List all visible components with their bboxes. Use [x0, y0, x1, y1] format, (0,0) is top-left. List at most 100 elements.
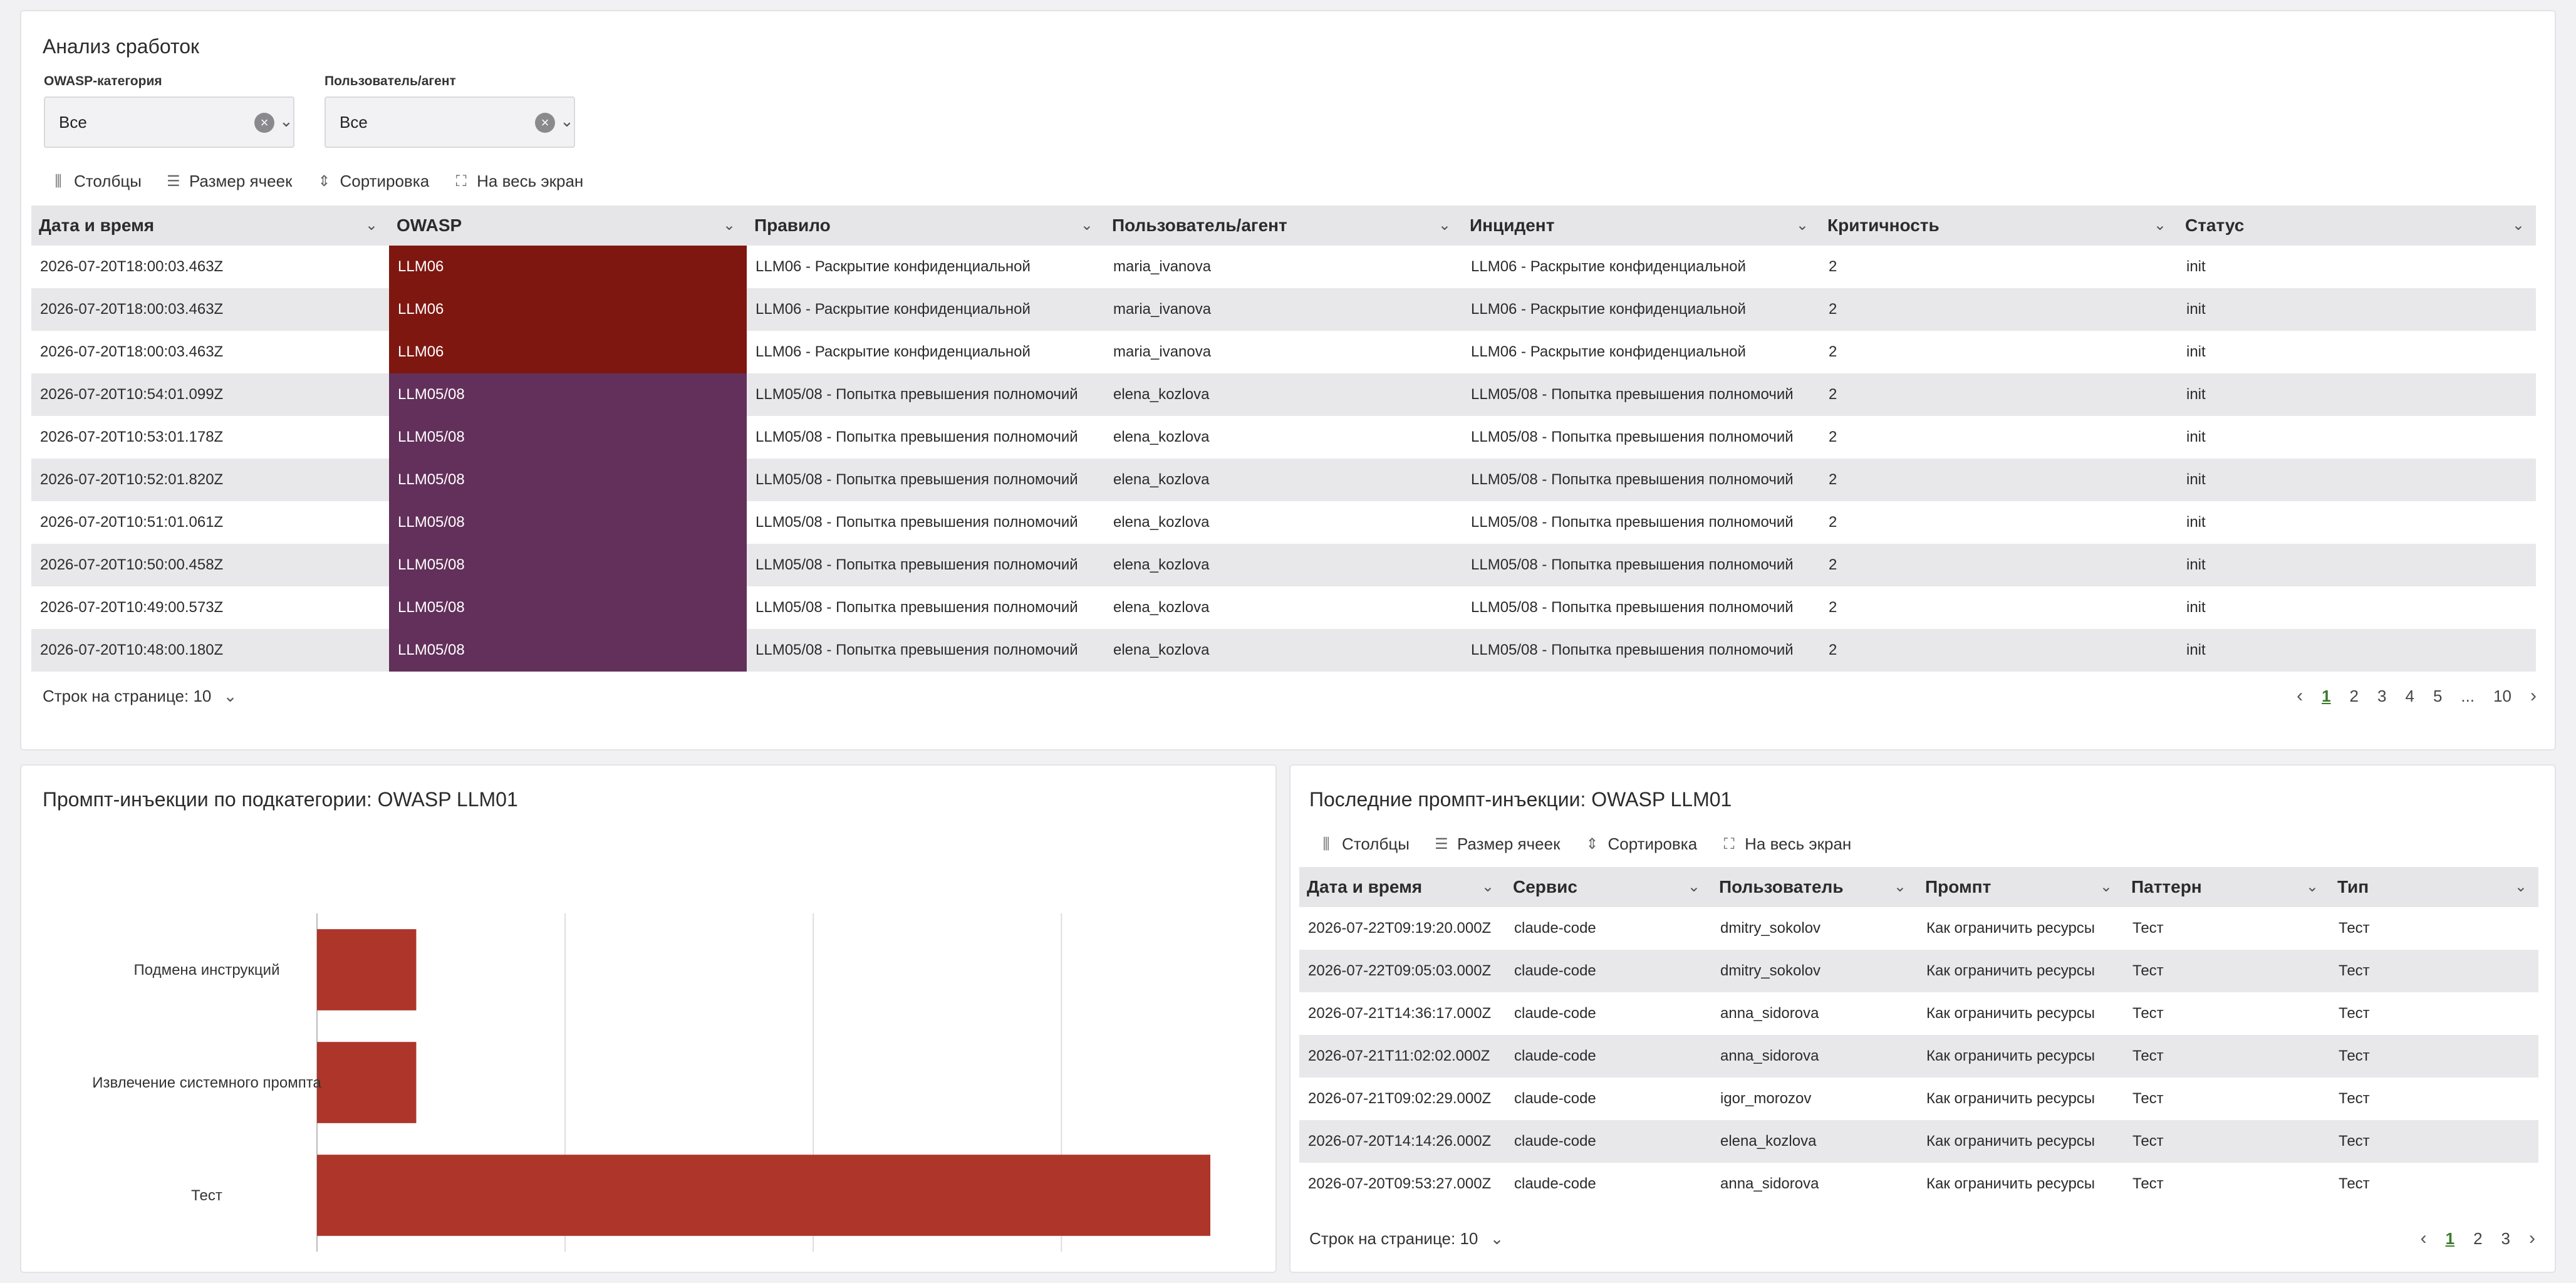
- sort-icon: ⇕: [1586, 835, 1599, 853]
- next-page-icon[interactable]: ›: [2530, 685, 2537, 707]
- columns-label: Столбцы: [1342, 834, 1410, 853]
- cell-status: init: [2186, 429, 2206, 445]
- table-row[interactable]: 2026-07-22T09:19:20.000Z claude-code dmitr…: [1299, 907, 2538, 950]
- table-row[interactable]: 2026-07-21T09:02:29.000Z claude-code igor_…: [1299, 1078, 2538, 1120]
- table-row[interactable]: 2026-07-20T14:14:26.000Z claude-code elena…: [1299, 1120, 2538, 1163]
- rows-per-page-select[interactable]: Строк на странице: 10 ⌄: [43, 687, 237, 706]
- column-header-user[interactable]: Пользователь ⌄: [1711, 867, 1918, 907]
- cell-service: claude-code: [1514, 1133, 1596, 1150]
- cell-datetime: 2026-07-20T18:00:03.463Z: [40, 301, 224, 318]
- chevron-down-icon[interactable]: ⌄: [279, 112, 293, 131]
- cell-pattern: Тест: [2132, 1175, 2164, 1192]
- cell-owasp: LLM06: [389, 288, 747, 331]
- column-header-prompt[interactable]: Промпт ⌄: [1918, 867, 2124, 907]
- chevron-down-icon[interactable]: ⌄: [2306, 867, 2319, 907]
- rows-per-page-label: Строк на странице: 10: [1309, 1229, 1478, 1248]
- column-header-datetime[interactable]: Дата и время ⌄: [1299, 867, 1505, 907]
- column-header-service[interactable]: Сервис ⌄: [1505, 867, 1711, 907]
- page-button[interactable]: 3: [2377, 687, 2386, 706]
- cell-incident: LLM05/08 - Попытка превышения полномочий: [1471, 556, 1794, 573]
- density-icon: ☰: [167, 172, 180, 190]
- chevron-down-icon[interactable]: ⌄: [1482, 867, 1494, 907]
- table-row[interactable]: 2026-07-20T18:00:03.463Z LLM06 LLM06 - Рас…: [31, 246, 2536, 288]
- table-row[interactable]: 2026-07-20T09:53:27.000Z claude-code anna_…: [1299, 1163, 2538, 1199]
- column-header-pattern[interactable]: Паттерн ⌄: [2124, 867, 2330, 907]
- table-row[interactable]: 2026-07-20T18:00:03.463Z LLM06 LLM06 - Рас…: [31, 288, 2536, 331]
- column-header-type[interactable]: Тип ⌄: [2330, 867, 2538, 907]
- density-button[interactable]: ☰ Размер ячеек: [167, 172, 292, 191]
- cell-datetime: 2026-07-20T10:50:00.458Z: [40, 556, 224, 573]
- page-button[interactable]: 1: [2322, 687, 2330, 706]
- chevron-down-icon[interactable]: ⌄: [2154, 205, 2166, 246]
- page-button[interactable]: 2: [2473, 1229, 2482, 1249]
- column-header-owasp[interactable]: OWASP ⌄: [389, 205, 747, 246]
- rows-per-page-select[interactable]: Строк на странице: 10 ⌄: [1309, 1229, 1504, 1249]
- chevron-down-icon[interactable]: ⌄: [1894, 867, 1906, 907]
- page-button[interactable]: 1: [2446, 1229, 2454, 1249]
- page-button[interactable]: 4: [2405, 687, 2414, 706]
- sort-button[interactable]: ⇕ Сортировка: [1585, 834, 1697, 854]
- cell-rule: LLM06 - Раскрытие конфиденциальной: [756, 343, 1031, 360]
- sort-button[interactable]: ⇕ Сортировка: [317, 172, 429, 191]
- clear-icon[interactable]: ×: [535, 113, 555, 133]
- chevron-down-icon[interactable]: ⌄: [1081, 205, 1093, 246]
- table-row[interactable]: 2026-07-20T10:52:01.820Z LLM05/08 LLM05/08…: [31, 459, 2536, 501]
- page-button[interactable]: 5: [2433, 687, 2442, 706]
- table-row[interactable]: 2026-07-20T10:48:00.180Z LLM05/08 LLM05/08…: [31, 629, 2536, 672]
- chevron-down-icon[interactable]: ⌄: [560, 112, 574, 131]
- column-header-status[interactable]: Статус ⌄: [2178, 205, 2536, 246]
- table-row[interactable]: 2026-07-20T10:50:00.458Z LLM05/08 LLM05/08…: [31, 544, 2536, 586]
- cell-incident: LLM06 - Раскрытие конфиденциальной: [1471, 258, 1746, 275]
- cell-user: elena_kozlova: [1113, 556, 1210, 573]
- column-header-user[interactable]: Пользователь/агент ⌄: [1104, 205, 1462, 246]
- x-tick-label: 15: [1053, 1271, 1070, 1273]
- alerts-analysis-panel: Анализ сработок OWASP-категория Все × ⌄ …: [20, 10, 2556, 751]
- cell-rule: LLM05/08 - Попытка превышения полномочий: [756, 556, 1078, 573]
- cell-status: init: [2186, 599, 2206, 616]
- owasp-filter-select[interactable]: Все × ⌄: [44, 96, 294, 148]
- density-button[interactable]: ☰ Размер ячеек: [1435, 834, 1560, 854]
- category-label: Извлечение системного промпта: [92, 1074, 321, 1091]
- cell-rule: LLM06 - Раскрытие конфиденциальной: [756, 258, 1031, 275]
- column-header-datetime[interactable]: Дата и время ⌄: [31, 205, 389, 246]
- table-row[interactable]: 2026-07-20T10:53:01.178Z LLM05/08 LLM05/08…: [31, 416, 2536, 459]
- table-row[interactable]: 2026-07-20T10:54:01.099Z LLM05/08 LLM05/08…: [31, 373, 2536, 416]
- page-button[interactable]: 10: [2493, 687, 2511, 706]
- page-button[interactable]: 2: [2350, 687, 2359, 706]
- column-header-incident[interactable]: Инцидент ⌄: [1462, 205, 1820, 246]
- chevron-down-icon[interactable]: ⌄: [1438, 205, 1451, 246]
- table-row[interactable]: 2026-07-20T10:49:00.573Z LLM05/08 LLM05/08…: [31, 586, 2536, 629]
- cell-datetime: 2026-07-20T18:00:03.463Z: [40, 343, 224, 360]
- columns-button[interactable]: ⫼ Столбцы: [1319, 834, 1410, 854]
- chevron-down-icon[interactable]: ⌄: [2515, 867, 2527, 907]
- prev-page-icon[interactable]: ‹: [2421, 1228, 2427, 1249]
- clear-icon[interactable]: ×: [254, 113, 274, 133]
- page-button[interactable]: 3: [2501, 1229, 2510, 1249]
- table-row[interactable]: 2026-07-20T18:00:03.463Z LLM06 LLM06 - Рас…: [31, 331, 2536, 373]
- prev-page-icon[interactable]: ‹: [2297, 685, 2303, 707]
- chevron-down-icon: ⌄: [223, 687, 237, 705]
- cell-user: elena_kozlova: [1113, 386, 1210, 403]
- column-header-severity[interactable]: Критичность ⌄: [1820, 205, 2178, 246]
- columns-button[interactable]: ⫼ Столбцы: [51, 172, 141, 191]
- chevron-down-icon[interactable]: ⌄: [1688, 867, 1700, 907]
- table-row[interactable]: 2026-07-21T14:36:17.000Z claude-code anna_…: [1299, 992, 2538, 1035]
- chevron-down-icon[interactable]: ⌄: [365, 205, 378, 246]
- chevron-down-icon[interactable]: ⌄: [1796, 205, 1809, 246]
- next-page-icon[interactable]: ›: [2529, 1228, 2535, 1249]
- table-row[interactable]: 2026-07-22T09:05:03.000Z claude-code dmitr…: [1299, 950, 2538, 992]
- user-filter-select[interactable]: Все × ⌄: [325, 96, 575, 148]
- fullscreen-button[interactable]: ⛶ На весь экран: [1722, 834, 1852, 854]
- chevron-down-icon[interactable]: ⌄: [2100, 867, 2112, 907]
- cell-service: claude-code: [1514, 920, 1596, 937]
- cell-incident: LLM06 - Раскрытие конфиденциальной: [1471, 343, 1746, 360]
- column-header-rule[interactable]: Правило ⌄: [747, 205, 1104, 246]
- cell-user: maria_ivanova: [1113, 258, 1212, 275]
- cell-user: elena_kozlova: [1113, 599, 1210, 616]
- table-row[interactable]: 2026-07-21T11:02:02.000Z claude-code anna_…: [1299, 1035, 2538, 1078]
- chevron-down-icon[interactable]: ⌄: [723, 205, 735, 246]
- fullscreen-button[interactable]: ⛶ На весь экран: [454, 172, 584, 191]
- chevron-down-icon[interactable]: ⌄: [2512, 205, 2525, 246]
- cell-prompt: Как ограничить ресурсы: [1926, 962, 2096, 979]
- table-row[interactable]: 2026-07-20T10:51:01.061Z LLM05/08 LLM05/08…: [31, 501, 2536, 544]
